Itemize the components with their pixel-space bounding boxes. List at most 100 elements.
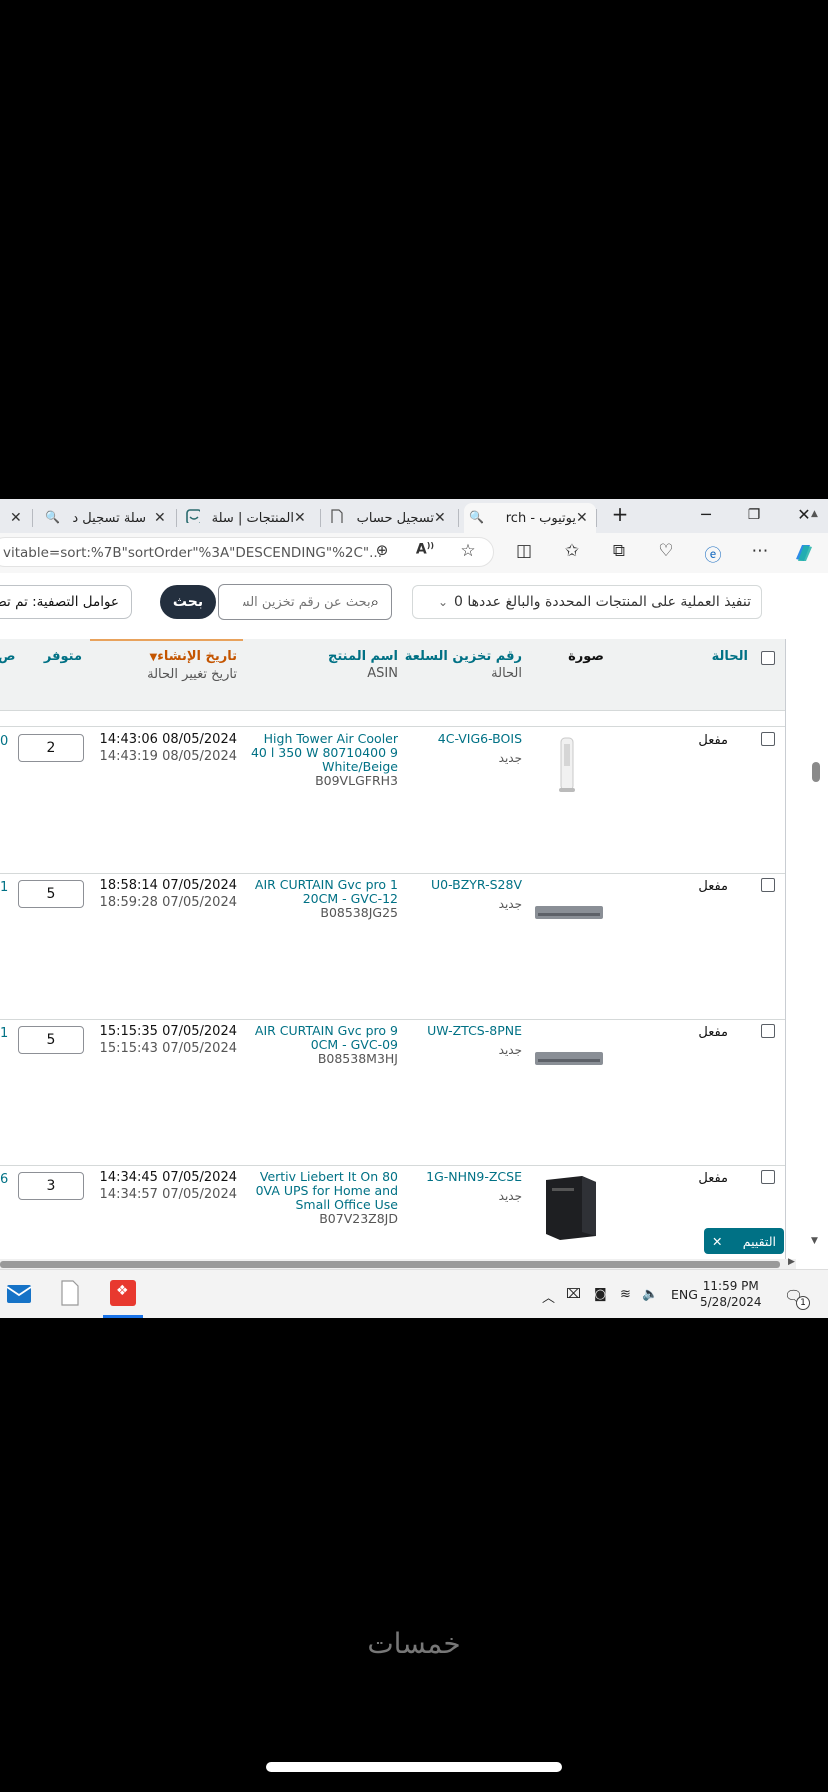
created-date: 14:43:06 08/05/2024 [99, 732, 237, 747]
tab-label: المنتجات | سلة [211, 510, 294, 526]
zoom-icon[interactable]: ⊕ [370, 541, 394, 559]
browser-tab-bar: ✕ 🔍 سلة تسجيل د ✕ ✕ المنتجات | سلة تسجيل… [0, 499, 828, 533]
product-image-cooler[interactable] [556, 736, 578, 796]
file-icon[interactable] [60, 1280, 80, 1306]
mail-icon[interactable] [6, 1282, 32, 1306]
product-name-cell: AIR CURTAIN Gvc pro 9 0CM - GVC-09 B0853… [250, 1024, 398, 1066]
header-created-date[interactable]: تاريخ الإنشاء▼ تاريخ تغيير الحالة [147, 648, 237, 683]
changed-date: 15:15:43 07/05/2024 [99, 1041, 237, 1056]
select-all-checkbox[interactable] [761, 651, 775, 665]
sort-indicator [90, 639, 243, 641]
filters-button[interactable]: عوامل التصفية: تم تط [0, 585, 132, 619]
browser-essentials-icon[interactable]: ♡ [654, 541, 678, 561]
quantity-input[interactable]: 5 [18, 1026, 84, 1054]
rating-feedback-button[interactable]: التقييم ✕ [704, 1228, 784, 1254]
url-text: vitable=sort:%7B"sortOrder"%3A"DESCENDIN… [3, 545, 383, 561]
search-icon: 🔍 [469, 510, 484, 524]
sku-link[interactable]: UW-ZTCS-8PNE [427, 1023, 522, 1038]
new-tab-button[interactable]: + [608, 502, 632, 526]
scroll-up-arrow[interactable]: ▲ [811, 509, 818, 519]
collections-icon[interactable]: ⧉ [607, 541, 631, 561]
quantity-input[interactable]: 3 [18, 1172, 84, 1200]
wifi-icon[interactable]: ≋ [620, 1287, 631, 1302]
scroll-down-arrow[interactable]: ▼ [811, 1236, 818, 1246]
quantity-input[interactable]: 5 [18, 880, 84, 908]
asin-label: B08538M3HJ [317, 1051, 398, 1066]
product-image-ups[interactable] [538, 1174, 598, 1240]
vertical-scrollbar-thumb[interactable] [812, 762, 820, 782]
product-image-air-curtain[interactable] [534, 904, 604, 922]
close-icon[interactable]: ✕ [154, 510, 166, 526]
truncated-cell: 6 [0, 1172, 9, 1187]
tab-register-account[interactable]: تسجيل حساب ✕ [326, 503, 458, 533]
horizontal-scrollbar[interactable]: ▶ [0, 1257, 796, 1269]
product-image-air-curtain[interactable] [534, 1050, 604, 1068]
table-row: مفعل UW-ZTCS-8PNE جديد AIR CURTAIN Gvc p… [0, 1020, 785, 1166]
header-sku[interactable]: رقم تخزين السلعة الحالة [405, 648, 522, 682]
header-product-name[interactable]: اسم المنتج ASIN [328, 648, 398, 682]
product-name-link[interactable]: High Tower Air Cooler 40 l 350 W 8071040… [250, 732, 398, 774]
row-checkbox[interactable] [761, 878, 775, 892]
status-label: مفعل [698, 1171, 728, 1186]
camera-icon[interactable]: ◙ [594, 1287, 607, 1302]
close-icon[interactable]: ✕ [434, 510, 446, 526]
windows-taskbar: ❖ ︿ ⌧ ◙ ≋ 🔈 ENG 11:59 PM 5/28/2024 🗨 1 [0, 1269, 828, 1318]
header-available[interactable]: متوفر [44, 648, 82, 665]
copilot-icon[interactable] [792, 541, 816, 565]
tab-salla-products[interactable]: ✕ المنتجات | سلة [182, 503, 320, 533]
active-app-indicator [103, 1315, 143, 1318]
tab-salla-register[interactable]: 🔍 سلة تسجيل د ✕ [38, 503, 172, 533]
table-row: مفعل 4C-VIG6-BOIS جديد High Tower Air Co… [0, 728, 785, 874]
more-menu-icon[interactable]: ⋯ [748, 541, 772, 561]
truncated-cell: 1 [0, 1026, 9, 1041]
product-name-link[interactable]: AIR CURTAIN Gvc pro 9 0CM - GVC-09 [250, 1024, 398, 1052]
split-screen-icon[interactable]: ◫ [512, 541, 536, 561]
search-icon: ⌕ [370, 593, 379, 611]
close-icon[interactable]: ✕ [576, 510, 588, 526]
sku-cell: 1G-NHN9-ZCSE جديد [426, 1169, 522, 1204]
sku-link[interactable]: U0-BZYR-S28V [431, 877, 522, 892]
horizontal-scrollbar-thumb[interactable] [0, 1261, 780, 1268]
close-icon[interactable]: ✕ [294, 510, 306, 526]
app-icon-red[interactable]: ❖ [110, 1280, 136, 1306]
row-checkbox[interactable] [761, 1170, 775, 1184]
read-aloud-icon[interactable]: A)) [413, 541, 437, 558]
row-checkbox[interactable] [761, 1024, 775, 1038]
favorites-icon[interactable]: ✩ [560, 541, 584, 561]
asin-label: B08538JG25 [320, 905, 398, 920]
chevron-up-icon[interactable]: ︿ [542, 1287, 555, 1306]
minimize-button[interactable]: ─ [694, 505, 718, 524]
desktop-screen: ✕ 🔍 سلة تسجيل د ✕ ✕ المنتجات | سلة تسجيل… [0, 499, 828, 1318]
search-button[interactable]: بحث [160, 585, 216, 619]
sku-link[interactable]: 1G-NHN9-ZCSE [426, 1169, 522, 1184]
inventory-table: الحالة صورة رقم تخزين السلعة الحالة اسم … [0, 639, 786, 1259]
close-icon[interactable]: ✕ [712, 1234, 722, 1249]
restore-button[interactable]: ❐ [742, 507, 766, 523]
language-indicator[interactable]: ENG [671, 1287, 698, 1302]
tab-label: يوتيوب - rch [505, 510, 576, 526]
quantity-input[interactable]: 2 [18, 734, 84, 762]
truncated-cell: 0 [0, 734, 9, 749]
close-icon[interactable]: ✕ [10, 510, 22, 526]
scroll-right-arrow[interactable]: ▶ [788, 1257, 795, 1267]
tab-youtube-search[interactable]: 🔍 يوتيوب - rch ✕ [464, 503, 596, 533]
network-adapter-icon[interactable]: ⌧ [566, 1287, 581, 1302]
favorite-star-icon[interactable]: ☆ [456, 541, 480, 561]
volume-icon[interactable]: 🔈 [642, 1287, 658, 1302]
product-name-link[interactable]: Vertiv Liebert It On 80 0VA UPS for Home… [250, 1170, 398, 1212]
tab-partial[interactable]: ✕ [0, 503, 30, 533]
clock-date: 5/28/2024 [700, 1295, 762, 1309]
sku-link[interactable]: 4C-VIG6-BOIS [438, 731, 522, 746]
condition-label: جديد [498, 1189, 522, 1203]
created-date: 14:34:45 07/05/2024 [99, 1170, 237, 1185]
search-input[interactable] [242, 594, 371, 610]
clock[interactable]: 11:59 PM 5/28/2024 [700, 1278, 762, 1310]
edge-icon[interactable]: ⓔ [701, 541, 725, 566]
status-label: مفعل [698, 1025, 728, 1040]
bulk-action-dropdown[interactable]: تنفيذ العملية على المنتجات المحددة والبا… [412, 585, 762, 619]
row-checkbox[interactable] [761, 732, 775, 746]
header-status[interactable]: الحالة [712, 648, 748, 665]
product-name-link[interactable]: AIR CURTAIN Gvc pro 1 20CM - GVC-12 [250, 878, 398, 906]
product-name-cell: High Tower Air Cooler 40 l 350 W 8071040… [250, 732, 398, 788]
search-box[interactable]: ⌕ [218, 584, 392, 620]
